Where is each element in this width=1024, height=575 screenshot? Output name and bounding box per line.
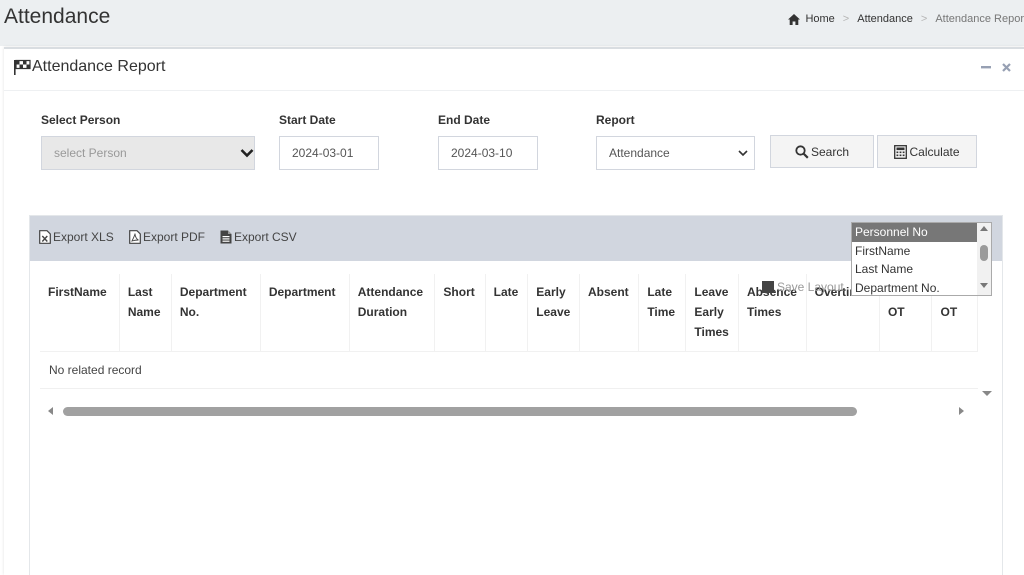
report-grid: Export XLS Export PDF Export CSV Personn…	[29, 215, 1003, 575]
scroll-right-arrow-icon[interactable]	[959, 407, 964, 415]
breadcrumb-attendance-link[interactable]: Attendance	[857, 13, 913, 25]
flag-checkered-icon	[14, 59, 31, 75]
column-header[interactable]: Attendance Duration	[349, 274, 436, 352]
column-header[interactable]: Department No.	[171, 274, 261, 352]
column-option[interactable]: Personnel No	[852, 223, 991, 242]
report-table-container: FirstName Last Name Department No. Depar…	[40, 274, 978, 412]
file-excel-icon	[39, 230, 51, 244]
column-option[interactable]: Department No.	[852, 279, 991, 296]
column-header[interactable]: Early Leave	[527, 274, 580, 352]
chevron-down-icon	[240, 149, 254, 158]
minimize-icon[interactable]	[979, 60, 993, 74]
search-icon	[795, 144, 809, 159]
table-scroll-down-icon[interactable]	[982, 391, 992, 396]
column-header[interactable]: Last Name	[119, 274, 172, 352]
scroll-up-arrow-icon[interactable]	[980, 226, 988, 231]
export-pdf-label: Export PDF	[143, 230, 206, 244]
column-header[interactable]: Department	[260, 274, 350, 352]
search-button[interactable]: Search	[770, 135, 874, 168]
file-pdf-icon	[129, 230, 141, 244]
column-header[interactable]: Late Time	[638, 274, 687, 352]
table-row: No related record	[40, 351, 978, 389]
export-csv-label: Export CSV	[234, 230, 297, 244]
select-person-label: Select Person	[41, 113, 121, 127]
search-button-label: Search	[810, 144, 850, 159]
column-chooser-scrollbar[interactable]	[977, 223, 991, 295]
export-xls-label: Export XLS	[53, 230, 114, 244]
panel-title-text: Attendance Report	[32, 58, 166, 75]
breadcrumb-separator: >	[920, 13, 928, 25]
column-option[interactable]: Last Name	[852, 260, 991, 279]
breadcrumb-current: Attendance Repor	[935, 13, 1024, 25]
calculate-button[interactable]: Calculate	[877, 135, 977, 168]
save-layout-button[interactable]: Save Layout	[762, 280, 844, 294]
column-option[interactable]: FirstName	[852, 242, 991, 261]
report-label: Report	[596, 113, 635, 127]
column-header[interactable]: Absent	[579, 274, 640, 352]
file-text-icon	[220, 230, 232, 244]
breadcrumb: Home > Attendance > Attendance Repor	[788, 13, 1024, 25]
page-title: Attendance	[4, 5, 111, 28]
calculator-icon	[894, 144, 908, 159]
close-icon[interactable]	[999, 60, 1013, 74]
start-date-label: Start Date	[279, 113, 336, 127]
column-header[interactable]: FirstName	[40, 274, 120, 352]
empty-table-message: No related record	[40, 351, 978, 389]
column-header[interactable]: Short	[434, 274, 486, 352]
save-layout-checkbox-icon	[762, 281, 774, 293]
column-header[interactable]: Late	[485, 274, 529, 352]
scroll-left-arrow-icon[interactable]	[48, 407, 53, 415]
column-header[interactable]: Leave Early Times	[685, 274, 739, 352]
select-person-dropdown[interactable]: select Person	[41, 136, 255, 170]
horizontal-scroll-thumb[interactable]	[63, 407, 857, 416]
save-layout-label: Save Layout	[777, 280, 844, 294]
start-date-input[interactable]: 2024-03-01	[279, 136, 379, 170]
home-icon	[788, 13, 801, 25]
scroll-thumb[interactable]	[980, 245, 988, 261]
export-pdf-button[interactable]: Export PDF	[129, 230, 205, 244]
scroll-down-arrow-icon[interactable]	[980, 283, 988, 288]
top-bar: Attendance Home > Attendance > Attendanc…	[0, 0, 1024, 46]
table-horizontal-scrollbar[interactable]	[44, 405, 970, 417]
end-date-label: End Date	[438, 113, 491, 127]
panel-header: Attendance Report	[4, 49, 1024, 91]
breadcrumb-home-link[interactable]: Home	[805, 13, 834, 25]
breadcrumb-separator: >	[842, 13, 850, 25]
chevron-down-icon	[738, 150, 748, 157]
report-select[interactable]: Attendance	[596, 136, 755, 170]
end-date-input[interactable]: 2024-03-10	[438, 136, 538, 170]
column-chooser-list[interactable]: Personnel No FirstName Last Name Departm…	[851, 222, 992, 296]
report-panel: Attendance Report Select Person select P…	[4, 47, 1024, 575]
panel-title: Attendance Report	[14, 58, 165, 76]
calculate-button-label: Calculate	[909, 144, 960, 159]
export-csv-button[interactable]: Export CSV	[220, 230, 297, 244]
report-select-value: Attendance	[609, 146, 670, 160]
select-person-placeholder: select Person	[54, 146, 127, 160]
export-xls-button[interactable]: Export XLS	[39, 230, 114, 244]
